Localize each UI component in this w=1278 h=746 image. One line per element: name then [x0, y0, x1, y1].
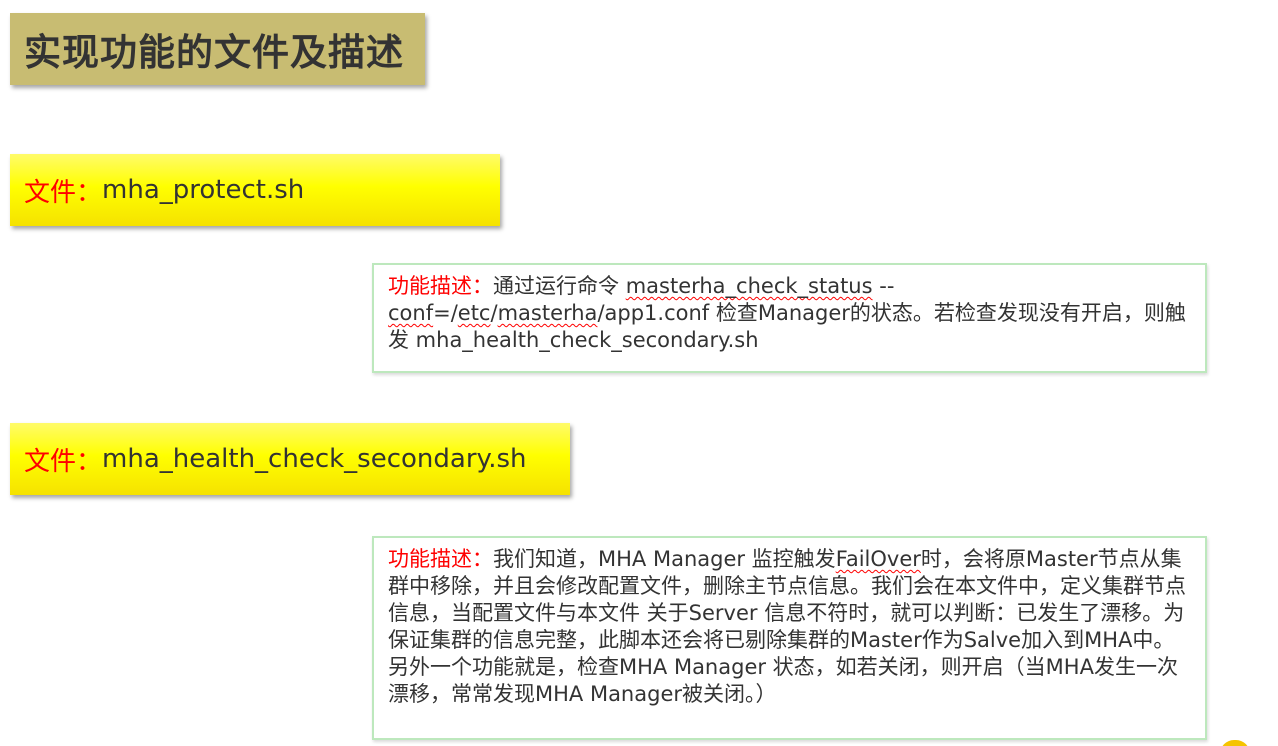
slide: 实现功能的文件及描述 文件： mha_protect.sh 功能描述：通过运行命令… [0, 0, 1278, 746]
title-box: 实现功能的文件及描述 [10, 13, 425, 85]
file-box-1: 文件： mha_protect.sh [10, 154, 500, 226]
description-box-1: 功能描述：通过运行命令 masterha_check_status -- conf… [372, 263, 1207, 373]
masterha-word: masterha [497, 301, 598, 325]
page-title: 实现功能的文件及描述 [24, 31, 404, 74]
failover-word: FailOver [835, 547, 921, 571]
conf-word: conf [388, 301, 434, 325]
description-label: 功能描述： [388, 274, 493, 298]
etc-word: etc [457, 301, 491, 325]
description-text: =/ [433, 301, 458, 325]
file-name: mha_health_check_secondary.sh [102, 444, 527, 474]
description-text: -- [872, 274, 895, 298]
decorative-circle [1220, 740, 1250, 746]
description-text: 我们知道，MHA Manager 监控触发 [493, 547, 836, 571]
description-label: 功能描述： [388, 547, 493, 571]
command-text: masterha_check_status [625, 274, 873, 298]
file-label: 文件： [24, 446, 103, 477]
description-text: / [490, 301, 498, 325]
file-label: 文件： [24, 177, 103, 208]
file-name: mha_protect.sh [102, 175, 305, 205]
description-text: 通过运行命令 [493, 274, 626, 298]
description-box-2: 功能描述：我们知道，MHA Manager 监控触发FailOver时，会将原M… [372, 536, 1207, 740]
file-box-2: 文件： mha_health_check_secondary.sh [10, 423, 570, 495]
